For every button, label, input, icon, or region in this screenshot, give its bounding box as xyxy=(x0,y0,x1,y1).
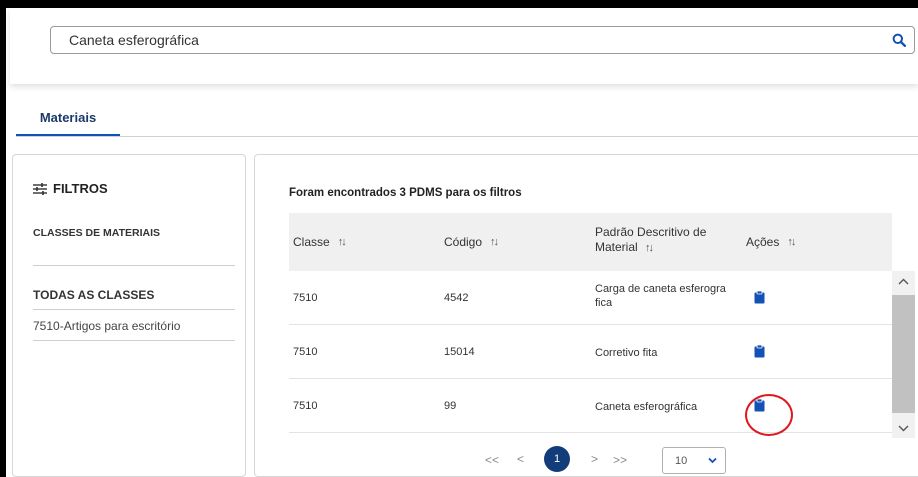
cell-padrao: Caneta esferográfica xyxy=(595,401,698,413)
sort-icon[interactable]: ↑↓ xyxy=(338,236,347,248)
chevron-down-icon xyxy=(708,457,717,464)
page-size-value: 10 xyxy=(675,455,688,467)
column-header-padrao[interactable]: Padrão Descritivo de Material ↑↓ xyxy=(595,225,735,256)
page-size-select[interactable]: 10 xyxy=(662,447,726,474)
first-page-button[interactable]: << xyxy=(485,453,499,467)
last-page-button[interactable]: >> xyxy=(613,453,627,467)
scrollbar-thumb[interactable] xyxy=(892,295,915,413)
column-header-acoes-label: Ações xyxy=(746,235,780,249)
table-row: 7510 99 Caneta esferográfica xyxy=(289,379,892,433)
search-header xyxy=(10,8,918,84)
column-header-classe-label: Classe xyxy=(293,235,330,249)
clipboard-icon[interactable] xyxy=(754,345,765,358)
app-frame: Materiais FILTROS CLASSES DE MATERIAIS T… xyxy=(6,8,918,477)
table-row: 7510 15014 Corretivo fita xyxy=(289,325,892,379)
results-count: Foram encontrados 3 PDMS para os filtros xyxy=(289,187,522,199)
filter-class-item-7510[interactable]: 7510-Artigos para escritório xyxy=(33,319,180,333)
cell-codigo: 4542 xyxy=(444,292,469,304)
classes-heading: CLASSES DE MATERIAIS xyxy=(33,227,160,239)
sort-icon[interactable]: ↑↓ xyxy=(645,242,654,254)
chevron-down-icon[interactable] xyxy=(898,423,909,433)
clipboard-icon[interactable] xyxy=(754,291,765,304)
cell-codigo: 15014 xyxy=(444,346,475,358)
search-box[interactable] xyxy=(50,26,915,54)
filters-title: FILTROS xyxy=(33,181,108,196)
pagination: << < 1 > >> 10 xyxy=(255,444,918,476)
table-row: 7510 4542 Carga de caneta esferogra fica xyxy=(289,271,892,325)
next-page-button[interactable]: > xyxy=(591,452,598,466)
tabs-divider xyxy=(16,136,918,137)
prev-page-button[interactable]: < xyxy=(517,452,524,466)
column-header-codigo-label: Código xyxy=(444,235,483,249)
sort-icon[interactable]: ↑↓ xyxy=(490,236,499,248)
divider xyxy=(33,265,235,266)
search-icon[interactable] xyxy=(892,33,906,47)
cell-padrao: Corretivo fita xyxy=(595,347,658,359)
filters-panel: FILTROS CLASSES DE MATERIAIS TODAS AS CL… xyxy=(12,154,246,477)
filter-sliders-icon xyxy=(33,182,47,195)
column-header-acoes[interactable]: Ações ↑↓ xyxy=(746,235,796,249)
cell-classe: 7510 xyxy=(293,346,318,358)
divider xyxy=(33,309,235,310)
current-page-button[interactable]: 1 xyxy=(544,446,570,472)
filters-title-label: FILTROS xyxy=(53,181,108,196)
cell-classe: 7510 xyxy=(293,292,318,304)
chevron-up-icon[interactable] xyxy=(898,277,909,287)
cell-codigo: 99 xyxy=(444,400,457,412)
cell-padrao: Carga de caneta esferogra fica xyxy=(595,283,726,309)
divider xyxy=(33,340,235,341)
tab-materiais-label: Materiais xyxy=(39,109,97,125)
results-panel: Foram encontrados 3 PDMS para os filtros… xyxy=(254,154,918,477)
sort-icon[interactable]: ↑↓ xyxy=(787,236,796,248)
filter-all-classes[interactable]: TODAS AS CLASSES xyxy=(33,288,154,302)
search-input[interactable] xyxy=(51,27,871,53)
cell-classe: 7510 xyxy=(293,400,318,412)
tab-materiais[interactable]: Materiais xyxy=(16,100,120,137)
highlight-annotation-ring xyxy=(745,394,793,436)
column-header-codigo[interactable]: Código ↑↓ xyxy=(444,235,499,249)
table-header: Classe ↑↓ Código ↑↓ Padrão Descritivo de… xyxy=(289,213,892,271)
column-header-classe[interactable]: Classe ↑↓ xyxy=(293,235,347,249)
